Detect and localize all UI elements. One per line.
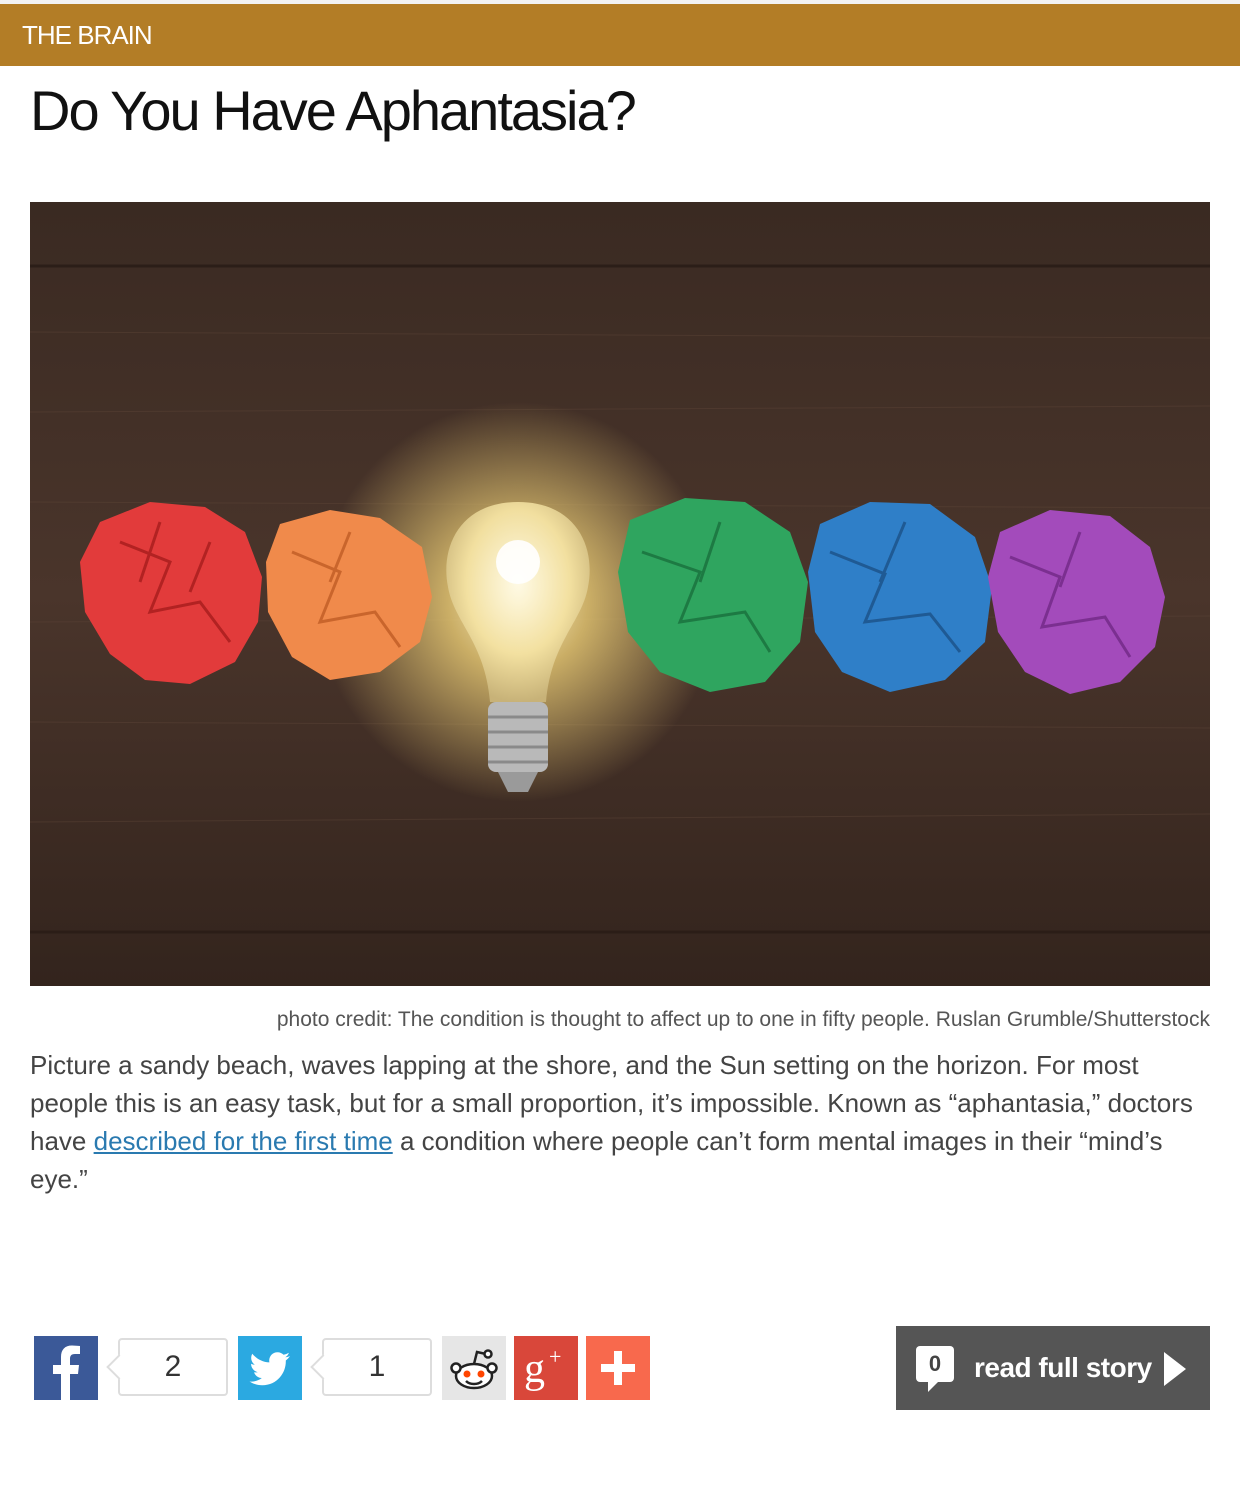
plus-icon xyxy=(601,1351,635,1385)
reddit-share-button[interactable] xyxy=(442,1336,506,1400)
twitter-icon xyxy=(249,1352,290,1386)
article-title: Do You Have Aphantasia? xyxy=(30,79,637,142)
twitter-share-count: 1 xyxy=(310,1338,432,1396)
article-excerpt: Picture a sandy beach, waves lapping at … xyxy=(30,1046,1210,1198)
facebook-icon xyxy=(53,1345,80,1400)
category-banner: THE BRAIN xyxy=(0,4,1240,66)
comment-count: 0 xyxy=(928,1351,942,1376)
comment-count-icon: 0 xyxy=(916,1346,954,1392)
facebook-share-button[interactable] xyxy=(34,1336,98,1400)
twitter-count-value: 1 xyxy=(368,1350,386,1383)
hero-illustration xyxy=(30,202,1210,986)
photo-credit: photo credit: The condition is thought t… xyxy=(276,1008,1210,1031)
arrow-right-icon xyxy=(1164,1352,1186,1386)
read-full-story-button[interactable]: 0 read full story xyxy=(896,1326,1210,1410)
svg-text:g: g xyxy=(524,1346,545,1392)
count-pointer xyxy=(310,1354,336,1380)
hero-image xyxy=(30,202,1210,986)
category-label[interactable]: THE BRAIN xyxy=(22,20,153,51)
count-pointer xyxy=(106,1354,132,1380)
facebook-share-count: 2 xyxy=(106,1338,228,1396)
twitter-share-button[interactable] xyxy=(238,1336,302,1400)
reddit-icon xyxy=(450,1349,498,1390)
svg-text:+: + xyxy=(549,1344,561,1369)
google-plus-share-button[interactable]: g + xyxy=(514,1336,578,1400)
described-link[interactable]: described for the first time xyxy=(94,1126,393,1156)
facebook-count-value: 2 xyxy=(164,1350,182,1383)
more-share-button[interactable] xyxy=(586,1336,650,1400)
google-plus-icon: g + xyxy=(524,1344,561,1392)
read-full-story-label: read full story xyxy=(974,1352,1152,1383)
